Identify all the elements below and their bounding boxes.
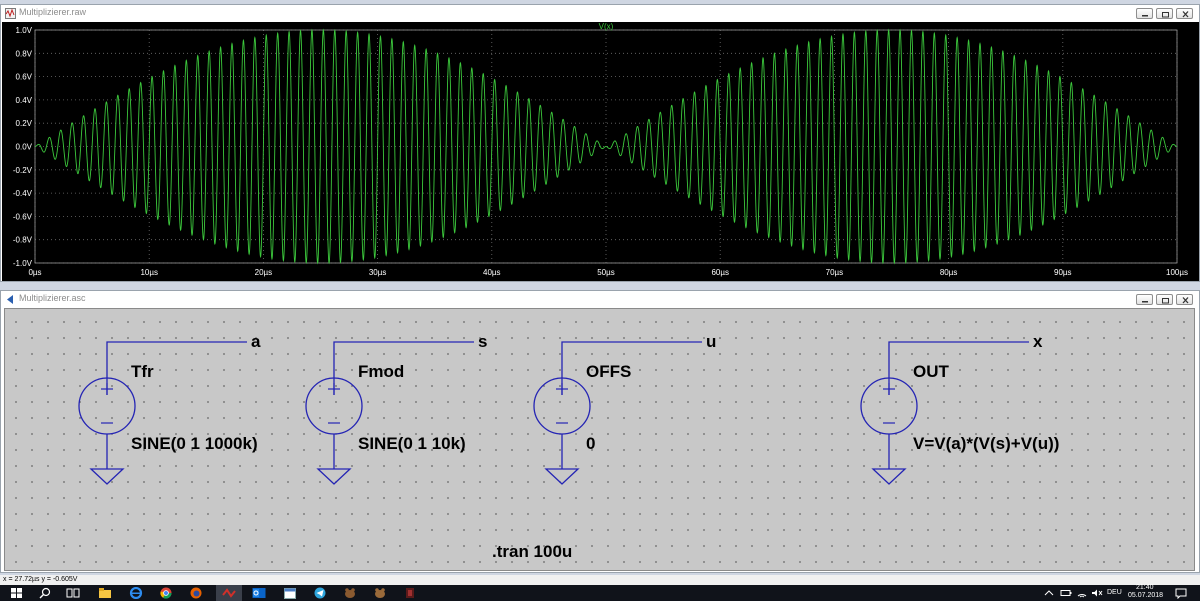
ground-icon [871, 468, 907, 485]
taskbar: DEU 21:40 05.07.2018 [0, 584, 1200, 601]
minimize-icon [1142, 15, 1148, 17]
volume-icon[interactable] [1091, 587, 1105, 599]
chevron-up-icon[interactable] [1044, 587, 1058, 599]
battery-icon[interactable] [1060, 587, 1074, 599]
waveform-window-title: Multiplizierer.raw [19, 7, 87, 17]
ground-icon [544, 468, 580, 485]
y-tick-label: -0.8V [13, 236, 33, 245]
network-icon[interactable] [1076, 587, 1090, 599]
spice-directive[interactable]: .tran 100u [492, 542, 572, 561]
clock-time[interactable]: 21:40 [1136, 584, 1154, 591]
voltage-source-out[interactable]: x OUT V=V(a)*(V(s)+V(u)) [860, 332, 1059, 485]
schematic-titlebar[interactable]: Multiplizierer.asc [1, 291, 1199, 308]
y-tick-label: 0.0V [16, 143, 33, 152]
waveform-chart: 0µs 10µs 20µs 30µs 40µs 50µs 60µs 70µs 80µs 90µs 1… [13, 22, 1188, 277]
net-label[interactable]: a [251, 332, 261, 351]
voltage-source-tfr[interactable]: a Tfr SINE(0 1 1000k) [78, 332, 261, 485]
restore-button[interactable] [1156, 294, 1173, 305]
search-icon[interactable] [38, 587, 52, 599]
schematic-file-icon [7, 295, 13, 304]
trace-vx [34, 28, 1178, 265]
ground-icon [89, 468, 125, 485]
voltage-source-fmod[interactable]: s Fmod SINE(0 1 10k) [305, 332, 487, 485]
x-tick-label: 0µs [28, 268, 41, 277]
x-tick-label: 20µs [255, 268, 273, 277]
y-tick-label: 0.8V [16, 49, 33, 58]
start-icon[interactable] [10, 587, 24, 599]
x-tick-label: 40µs [483, 268, 501, 277]
minimize-button[interactable] [1136, 294, 1153, 305]
x-tick-label: 90µs [1054, 268, 1072, 277]
notification-icon[interactable] [1174, 587, 1188, 599]
y-tick-label: -1.0V [13, 259, 33, 268]
app-icon[interactable] [343, 587, 357, 599]
ltspice-icon [222, 588, 236, 598]
schematic-window-title: Multiplizierer.asc [19, 293, 86, 303]
app-icon-3[interactable] [403, 587, 417, 599]
close-button[interactable] [1176, 294, 1193, 305]
task-view-icon[interactable] [66, 587, 80, 599]
y-tick-label: -0.2V [13, 166, 33, 175]
waveform-plot[interactable]: 0µs 10µs 20µs 30µs 40µs 50µs 60µs 70µs 80µs 90µs 1… [2, 22, 1199, 281]
x-tick-label: 50µs [597, 268, 615, 277]
waveform-file-icon [5, 8, 16, 19]
status-bar: x = 27.72µs y = -0.605V [0, 575, 1200, 585]
chrome-icon[interactable] [159, 587, 173, 599]
x-tick-label: 10µs [140, 268, 158, 277]
voltage-source-offs[interactable]: u OFFS 0 [533, 332, 716, 485]
restore-icon [1162, 12, 1169, 18]
close-icon [1182, 11, 1189, 18]
waveform-window: Multiplizierer.raw 0µs 10µs 20µs 30µs 40µs 50… [0, 4, 1200, 282]
close-button[interactable] [1176, 8, 1193, 19]
source-value[interactable]: V=V(a)*(V(s)+V(u)) [913, 434, 1059, 453]
cursor-readout: x = 27.72µs y = -0.605V [3, 576, 78, 583]
x-tick-label: 30µs [369, 268, 387, 277]
ltspice-taskbar-button[interactable] [216, 585, 242, 601]
edge-icon[interactable] [129, 587, 143, 599]
source-name[interactable]: OUT [913, 362, 950, 381]
ground-icon [316, 468, 352, 485]
net-label[interactable]: s [478, 332, 487, 351]
y-tick-label: -0.4V [13, 189, 33, 198]
y-tick-label: 0.2V [16, 119, 33, 128]
restore-icon [1162, 298, 1169, 304]
restore-button[interactable] [1156, 8, 1173, 19]
minimize-icon [1142, 301, 1148, 303]
schematic-drawing: a Tfr SINE(0 1 1000k) s Fmod SINE(0 1 10k) u OF… [78, 332, 1059, 561]
y-tick-label: 0.4V [16, 96, 33, 105]
language-indicator[interactable]: DEU [1107, 589, 1122, 596]
source-name[interactable]: OFFS [586, 362, 631, 381]
net-label[interactable]: x [1033, 332, 1043, 351]
schematic-window: Multiplizierer.asc a Tfr SINE(0 1 1000k) s F… [0, 290, 1200, 573]
firefox-icon[interactable] [189, 587, 203, 599]
waveform-titlebar[interactable]: Multiplizierer.raw [1, 5, 1199, 22]
x-tick-label: 60µs [711, 268, 729, 277]
minimize-button[interactable] [1136, 8, 1153, 19]
trace-label[interactable]: V(x) [599, 22, 614, 31]
y-tick-label: -0.6V [13, 212, 33, 221]
schematic-canvas[interactable]: a Tfr SINE(0 1 1000k) s Fmod SINE(0 1 10k) u OF… [4, 308, 1195, 571]
calendar-icon[interactable] [283, 587, 297, 599]
y-tick-label: 0.6V [16, 73, 33, 82]
x-tick-label: 80µs [940, 268, 958, 277]
source-name[interactable]: Fmod [358, 362, 404, 381]
app-icon-2[interactable] [373, 587, 387, 599]
x-tick-label: 100µs [1166, 268, 1188, 277]
source-name[interactable]: Tfr [131, 362, 154, 381]
source-value[interactable]: 0 [586, 434, 595, 453]
close-icon [1182, 297, 1189, 304]
net-label[interactable]: u [706, 332, 716, 351]
y-tick-label: 1.0V [16, 26, 33, 35]
outlook-icon[interactable] [252, 587, 266, 599]
clock-date[interactable]: 05.07.2018 [1128, 592, 1163, 599]
x-tick-label: 70µs [826, 268, 844, 277]
source-value[interactable]: SINE(0 1 1000k) [131, 434, 258, 453]
telegram-icon[interactable] [313, 587, 327, 599]
file-explorer-icon[interactable] [98, 587, 112, 599]
source-value[interactable]: SINE(0 1 10k) [358, 434, 466, 453]
